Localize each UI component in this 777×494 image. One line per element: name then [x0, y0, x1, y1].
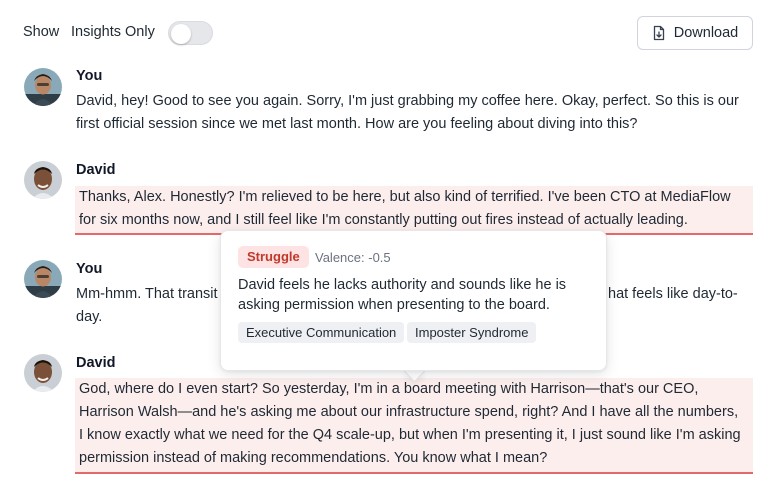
message-text-line2: day.	[76, 309, 103, 325]
insight-description: David feels he lacks authority and sound…	[238, 277, 567, 313]
message-text: Mm-hmm. That transit	[76, 286, 218, 302]
message-text: David, hey! Good to see you again. Sorry…	[76, 93, 739, 132]
insights-only-toggle[interactable]	[168, 21, 213, 45]
toggle-knob	[171, 23, 191, 44]
highlighted-message-text[interactable]: Thanks, Alex. Honestly? I'm relieved to …	[75, 186, 753, 235]
file-download-icon	[652, 25, 666, 41]
show-label: Show	[23, 24, 60, 40]
insights-only-label: Insights Only	[71, 24, 155, 40]
message-text-tail: hat feels like day-to-	[608, 286, 738, 302]
topic-chip: Imposter Syndrome	[407, 322, 537, 343]
topic-chip: Executive Communication	[238, 322, 405, 343]
speaker-name: David	[76, 355, 116, 371]
highlighted-message-text[interactable]: God, where do I even start? So yesterday…	[75, 378, 753, 474]
speaker-name: You	[76, 261, 103, 277]
download-label: Download	[673, 25, 739, 41]
insight-tooltip: Struggle Valence: -0.5 David feels he la…	[220, 230, 607, 371]
speaker-name: David	[76, 162, 116, 178]
avatar	[24, 68, 62, 106]
struggle-tag: Struggle	[238, 246, 309, 268]
avatar	[24, 354, 62, 392]
avatar	[24, 161, 62, 199]
speaker-name: You	[76, 68, 103, 84]
avatar	[24, 260, 62, 298]
valence-label: Valence: -0.5	[315, 250, 391, 265]
download-button[interactable]: Download	[637, 16, 753, 50]
toolbar: Show Insights Only Download	[0, 0, 777, 66]
